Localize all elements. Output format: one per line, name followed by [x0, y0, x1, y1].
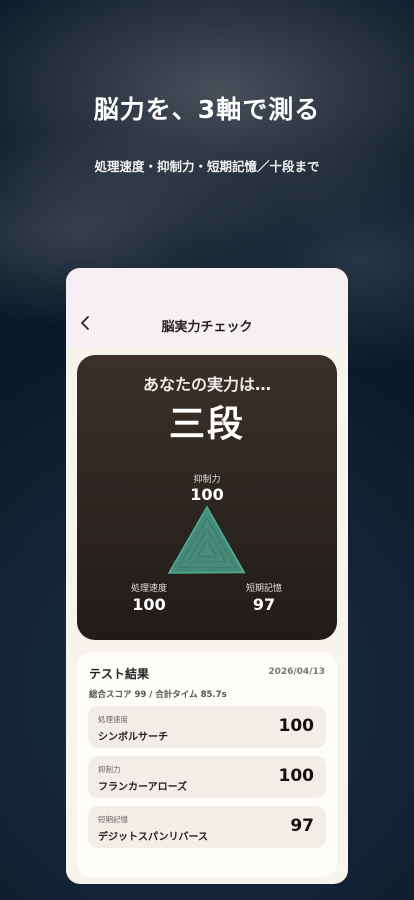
row-score: 100	[278, 766, 315, 786]
row-score: 97	[290, 816, 314, 836]
panel-date: 2026/04/13	[268, 667, 325, 677]
result-rank: 三段	[168, 404, 245, 445]
phone-screen: 脳実力チェック あなたの実力は… 三段 抑制力 100 処理速度 100 短期記…	[66, 268, 348, 884]
result-card: あなたの実力は… 三段 抑制力 100 処理速度 100 短期記憶 97	[77, 355, 337, 640]
row-score: 100	[278, 716, 315, 736]
result-lead: あなたの実力は…	[142, 375, 271, 394]
screen-title: 脳実力チェック	[161, 320, 253, 335]
panel-title: テスト結果	[89, 667, 150, 681]
test-row[interactable]: 短期記憶 デジットスパンリバース 97	[88, 806, 326, 848]
radar-chart	[167, 505, 246, 574]
axis-label-inhibition: 抑制力	[193, 475, 221, 485]
top-bar: 脳実力チェック	[66, 268, 348, 346]
test-row[interactable]: 処理速度 シンボルサーチ 100	[88, 706, 326, 748]
axis-value-memory: 97	[252, 595, 276, 614]
hero-subtitle: 処理速度・抑制力・短期記憶／十段まで	[94, 159, 320, 174]
row-name: シンボルサーチ	[98, 732, 168, 743]
panel-summary: 総合スコア 99 / 合計タイム 85.7s	[89, 690, 227, 700]
axis-label-memory: 短期記憶	[245, 584, 282, 594]
row-name: フランカーアローズ	[98, 782, 188, 793]
row-name: デジットスパンリバース	[98, 832, 208, 843]
axis-label-speed: 処理速度	[130, 584, 167, 594]
hero-title: 脳力を、3軸で測る	[93, 95, 321, 124]
test-results-panel: テスト結果 2026/04/13 総合スコア 99 / 合計タイム 85.7s …	[77, 652, 337, 877]
row-category: 短期記憶	[98, 815, 128, 824]
axis-value-speed: 100	[132, 595, 166, 614]
test-row[interactable]: 抑制力 フランカーアローズ 100	[88, 756, 326, 798]
row-category: 抑制力	[98, 765, 121, 774]
row-category: 処理速度	[98, 715, 128, 724]
